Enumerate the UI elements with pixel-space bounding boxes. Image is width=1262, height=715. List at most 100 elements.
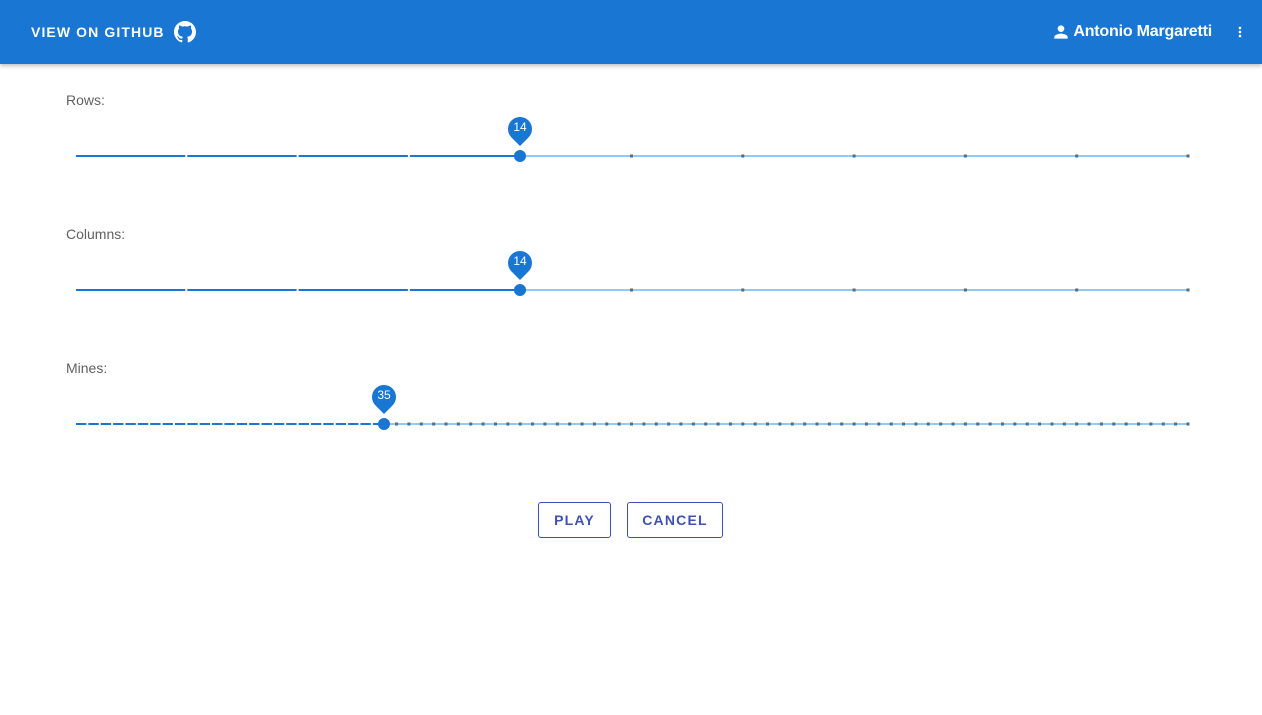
slider-tick [518, 422, 522, 426]
slider-tick [395, 422, 399, 426]
slider-tick [506, 422, 510, 426]
slider-tick [222, 423, 225, 425]
slider-tick [815, 422, 819, 426]
slider-tick [741, 288, 745, 292]
slider-tick [1075, 422, 1079, 426]
slider-tick [1038, 422, 1042, 426]
slider-tick [1075, 154, 1079, 158]
slider-tick [1186, 288, 1190, 292]
slider-tick [902, 422, 906, 426]
slider-tick [284, 423, 287, 425]
rows-label: Rows: [66, 92, 105, 108]
columns-slider[interactable]: 14 [74, 246, 1190, 296]
slider-tick [172, 423, 175, 425]
slider-tick [1174, 422, 1178, 426]
slider-tick [407, 422, 411, 426]
slider-tick [716, 422, 720, 426]
slider-tick [160, 423, 163, 425]
slider-tick [728, 422, 732, 426]
slider-tick [803, 422, 807, 426]
slider-tick [914, 422, 918, 426]
slider-tick [1186, 154, 1190, 158]
slider-tick [296, 423, 299, 425]
user-name: Antonio Margaretti [1073, 23, 1212, 40]
slider-tick [185, 423, 188, 425]
slider-tick [210, 423, 213, 425]
mines-slider[interactable]: 35 [74, 380, 1190, 430]
slider-tick [963, 154, 967, 158]
slider-tick [1013, 422, 1017, 426]
slider-tick [1062, 422, 1066, 426]
slider-tick [963, 422, 967, 426]
slider-tick [976, 422, 980, 426]
slider-tick [98, 423, 101, 425]
slider-tick [1025, 422, 1029, 426]
rows-slider-thumb[interactable] [514, 150, 526, 162]
slider-tick [939, 422, 943, 426]
slider-tick [630, 288, 633, 292]
slider-tick [753, 422, 757, 426]
slider-tick [679, 422, 683, 426]
slider-tick [271, 423, 274, 425]
slider-tick [704, 422, 708, 426]
slider-tick [321, 423, 324, 425]
slider-tick [852, 422, 856, 426]
slider-tick [840, 422, 844, 426]
slider-tick [74, 423, 76, 425]
app-bar: View on GitHub Antonio Margaretti [0, 0, 1262, 64]
slider-tick [444, 422, 448, 426]
view-on-github-button[interactable]: View on GitHub [22, 14, 205, 50]
slider-tick [1050, 422, 1054, 426]
slider-tick [247, 423, 250, 425]
slider-tick [741, 154, 745, 158]
columns-slider-thumb[interactable] [514, 284, 526, 296]
columns-label: Columns: [66, 226, 126, 242]
slider-tick [259, 423, 262, 425]
slider-tick [296, 289, 299, 291]
slider-tick [852, 288, 856, 292]
slider-tick [741, 422, 745, 426]
slider-tick [592, 422, 596, 426]
slider-tick [555, 422, 559, 426]
slider-tick [1087, 422, 1091, 426]
slider-tick [1112, 422, 1116, 426]
slider-tick [543, 422, 547, 426]
slider-tick [654, 422, 658, 426]
cancel-button[interactable]: CANCEL [627, 502, 723, 538]
slider-tick [864, 422, 868, 426]
slider-tick [889, 422, 893, 426]
slider-tick [308, 423, 311, 425]
slider-tick [778, 422, 782, 426]
slider-tick [493, 422, 497, 426]
slider-tick [852, 154, 856, 158]
slider-tick [926, 422, 930, 426]
slider-tick [333, 423, 336, 425]
slider-tick [790, 422, 794, 426]
slider-tick [234, 423, 237, 425]
person-icon [1051, 22, 1071, 42]
slider-tick [691, 422, 695, 426]
slider-tick [185, 155, 188, 157]
slider-tick [185, 289, 188, 291]
slider-tick [667, 422, 671, 426]
more-vert-icon[interactable] [1232, 20, 1248, 44]
slider-tick [766, 422, 770, 426]
slider-tick [1161, 422, 1165, 426]
slider-tick [86, 423, 89, 425]
slider-tick [877, 422, 881, 426]
slider-tick [963, 288, 967, 292]
slider-tick [407, 155, 410, 157]
slider-tick [630, 422, 633, 426]
slider-tick [1124, 422, 1128, 426]
slider-tick [951, 422, 955, 426]
rows-slider[interactable]: 14 [74, 112, 1190, 162]
github-icon [173, 21, 196, 43]
slider-tick [148, 423, 151, 425]
slider-tick [1137, 422, 1141, 426]
user-menu-button[interactable]: Antonio Margaretti [1051, 14, 1212, 50]
play-button[interactable]: PLAY [538, 502, 611, 538]
mines-slider-thumb[interactable] [378, 418, 390, 430]
slider-tick [1001, 422, 1004, 426]
slider-tick [419, 422, 423, 426]
slider-tick [605, 422, 609, 426]
